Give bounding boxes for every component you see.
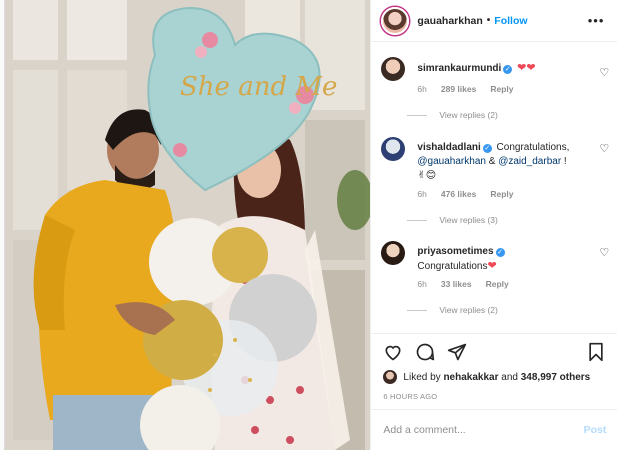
balloon-text: She and Me	[180, 72, 337, 102]
comment-time: 6h	[417, 279, 427, 289]
author-username[interactable]: gauaharkhan	[417, 15, 482, 27]
comment-like-heart-icon[interactable]: ♡	[599, 143, 611, 155]
view-replies-line	[407, 114, 428, 116]
add-comment-input[interactable]: Add a comment...	[383, 424, 583, 436]
comment-likes[interactable]: 289 likes	[441, 84, 476, 94]
comment-body: Congratulations	[417, 261, 488, 272]
post-modal: She and Me gauaharkhan • Follow ••• simr…	[4, 0, 617, 450]
comment-time: 6h	[417, 84, 427, 94]
comment-text: simrankaurmundi ✓ ❤❤	[417, 61, 587, 76]
comment-bubble-icon[interactable]	[415, 342, 435, 362]
post-actions: Liked by nehakakkar and 348,997 others 6…	[371, 333, 617, 403]
liked-by-prefix: Liked by	[403, 371, 441, 383]
comment-emoji: ❤	[487, 260, 497, 272]
view-replies-label: View replies (3)	[439, 215, 498, 225]
view-replies-label: View replies (2)	[439, 110, 498, 120]
commenter-avatar[interactable]	[381, 57, 406, 81]
like-heart-icon[interactable]	[383, 342, 403, 362]
follow-button[interactable]: Follow	[494, 15, 527, 27]
commenter-avatar[interactable]	[381, 137, 406, 161]
comment-text: vishaldadlani ✓ Congratulations, @gauahar…	[417, 141, 587, 183]
view-replies-label: View replies (2)	[439, 305, 498, 315]
header-separator: •	[486, 15, 491, 26]
comment-box: Add a comment... Post	[371, 409, 617, 450]
action-icons	[383, 340, 606, 364]
liked-by-user[interactable]: nehakakkar	[443, 372, 498, 383]
comment-reply-button[interactable]: Reply	[490, 189, 513, 199]
comment-time: 6h	[417, 189, 427, 199]
verified-badge-icon: ✓	[482, 144, 492, 153]
comment-emoji: ✌😊	[417, 170, 437, 181]
view-replies-button[interactable]: View replies (2)	[407, 110, 498, 120]
view-replies-button[interactable]: View replies (3)	[407, 215, 498, 225]
comment-body: Congratulations,	[496, 142, 570, 153]
post-side-panel: gauaharkhan • Follow ••• simrankaurmundi…	[370, 0, 617, 450]
commenter-username[interactable]: simrankaurmundi	[417, 63, 501, 74]
comment-mention[interactable]: @zaid_darbar	[498, 156, 561, 167]
comment-amp: &	[485, 156, 499, 167]
verified-badge-icon: ✓	[503, 65, 513, 74]
view-replies-button[interactable]: View replies (2)	[407, 305, 498, 315]
more-horizontal-icon[interactable]: •••	[588, 13, 605, 28]
author-avatar[interactable]	[381, 6, 410, 35]
liked-by: Liked by nehakakkar and 348,997 others	[383, 370, 606, 384]
comment-text: priyasometimes ✓ Congratulations❤	[417, 245, 587, 274]
share-paper-plane-icon[interactable]	[447, 342, 467, 362]
bookmark-icon[interactable]	[586, 342, 606, 362]
comment-likes[interactable]: 476 likes	[441, 189, 476, 199]
post-comment-button[interactable]: Post	[584, 424, 607, 436]
comment-mention[interactable]: @gauaharkhan	[417, 156, 486, 167]
liked-by-others[interactable]: 348,997 others	[521, 372, 591, 383]
commenter-avatar[interactable]	[381, 241, 406, 265]
comment-like-heart-icon[interactable]: ♡	[599, 247, 611, 259]
comment-reply-button[interactable]: Reply	[486, 279, 509, 289]
post-timestamp[interactable]: 6 HOURS AGO	[383, 392, 606, 401]
comments-list: simrankaurmundi ✓ ❤❤ ♡ 6h 289 likes Reply…	[371, 43, 617, 333]
comment-emoji: ❤❤	[517, 62, 536, 74]
comment-reply-button[interactable]: Reply	[490, 84, 513, 94]
comment-meta: 6h 476 likes Reply	[417, 189, 513, 199]
liked-by-and: and	[501, 371, 518, 383]
comment-meta: 6h 33 likes Reply	[417, 279, 508, 289]
comment-likes[interactable]: 33 likes	[441, 279, 472, 289]
liker-avatar[interactable]	[383, 370, 398, 384]
commenter-username[interactable]: vishaldadlani	[417, 142, 480, 153]
post-header: gauaharkhan • Follow •••	[371, 0, 617, 42]
commenter-username[interactable]: priyasometimes	[417, 246, 493, 257]
view-replies-line	[407, 219, 428, 221]
comment-like-heart-icon[interactable]: ♡	[599, 67, 611, 79]
verified-badge-icon: ✓	[495, 248, 505, 257]
post-image[interactable]: She and Me	[5, 0, 371, 450]
comment-meta: 6h 289 likes Reply	[417, 84, 513, 94]
view-replies-line	[407, 309, 428, 311]
comment-end: !	[561, 156, 567, 167]
post-photo-illustration: She and Me	[5, 0, 371, 450]
